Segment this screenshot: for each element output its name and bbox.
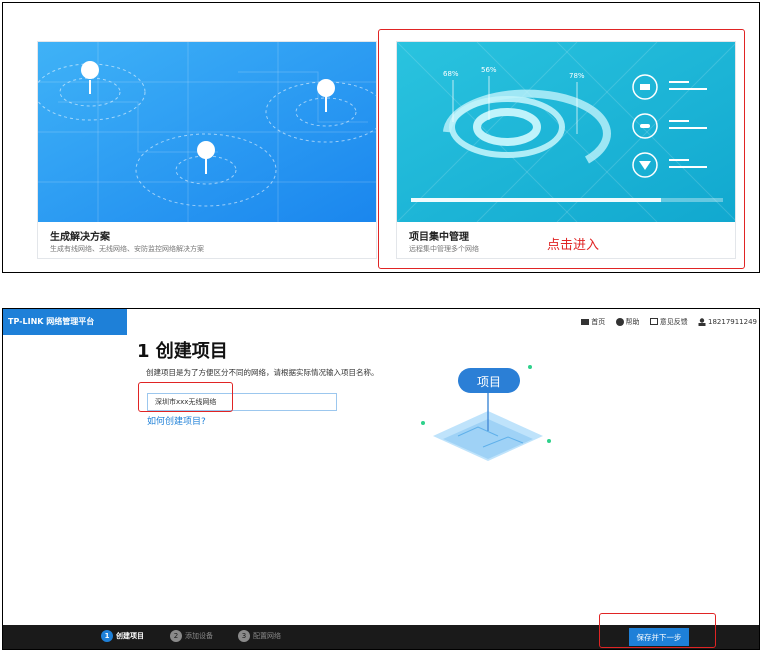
highlight-frame [138, 382, 233, 412]
generate-solution-card[interactable]: 生成解决方案 生成有线网络、无线网络、安防监控网络解决方案 [37, 41, 377, 259]
card-description: 生成有线网络、无线网络、安防监控网络解决方案 [50, 245, 204, 253]
brand-logo: TP-LINK 网络管理平台 [3, 309, 127, 335]
home-icon [581, 319, 590, 325]
network-map-illustration [38, 42, 376, 222]
nav-home[interactable]: 首页 [581, 317, 605, 327]
illustration-label: 项目 [477, 375, 501, 389]
create-project-screen: TP-LINK 网络管理平台 首页 帮助 意见反馈 18217911249 1 … [2, 308, 760, 650]
project-illustration: 项目 [421, 365, 551, 461]
solution-overview-panel: 生成解决方案 生成有线网络、无线网络、安防监控网络解决方案 68% 56% 78… [2, 2, 760, 273]
card-title: 生成解决方案 [50, 232, 110, 243]
feedback-icon [649, 318, 658, 325]
highlight-frame [599, 613, 716, 648]
nav-feedback[interactable]: 意见反馈 [649, 317, 688, 327]
info-icon [615, 318, 624, 326]
nav-help[interactable]: 帮助 [615, 317, 640, 327]
page-title: 1 创建项目 [137, 341, 228, 362]
help-link[interactable]: 如何创建项目? [147, 414, 206, 427]
user-icon [698, 318, 706, 326]
step-create-project: 1 创建项目 [101, 630, 144, 642]
nav-user[interactable]: 18217911249 [698, 318, 757, 326]
top-navigation: 首页 帮助 意见反馈 18217911249 [573, 317, 757, 328]
step-add-devices: 2 添加设备 [170, 630, 213, 642]
highlight-frame [378, 29, 745, 269]
step-configure-network: 3 配置网络 [238, 630, 281, 642]
page-hint: 创建项目是为了方便区分不同的网络，请根据实际情况输入项目名称。 [146, 368, 379, 377]
